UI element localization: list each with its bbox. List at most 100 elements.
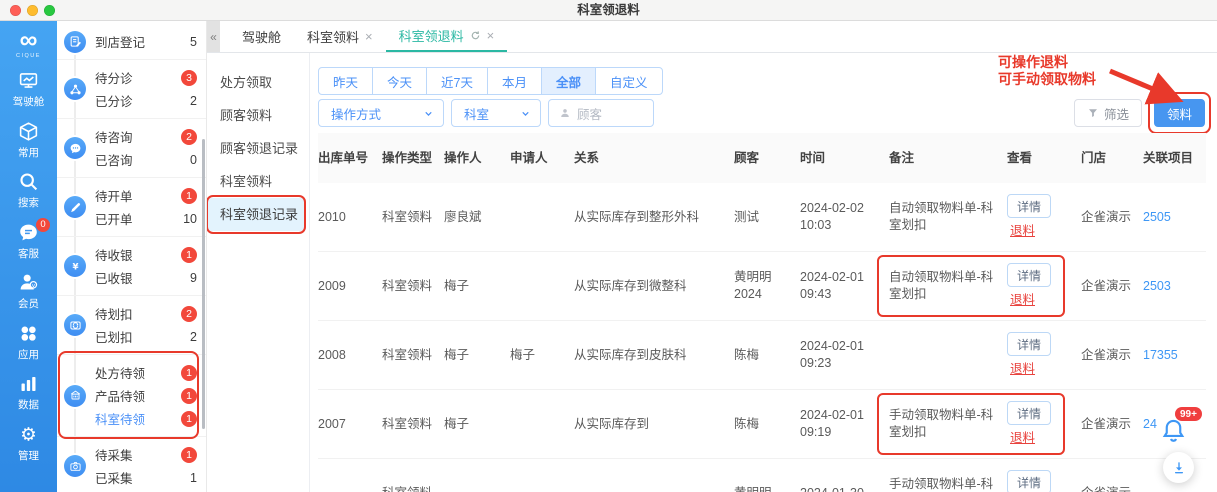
menu-item-科室领料[interactable]: 科室领料 xyxy=(207,165,305,198)
cell-note: 手动领取物料单-科室划扣 xyxy=(889,477,994,491)
cell-related-project: 17355 xyxy=(1143,347,1206,364)
bell-icon[interactable] xyxy=(1160,417,1187,444)
cell-view: 详情退料 xyxy=(1007,470,1081,492)
customer-search-input[interactable]: 顾客 xyxy=(548,99,654,127)
cell-view: 详情退料 xyxy=(1007,263,1081,309)
annotation-note: 可操作退料 可手动领取物料 xyxy=(998,54,1096,88)
cell-operator: 梅子 xyxy=(444,416,470,431)
minimize-window-button[interactable] xyxy=(27,5,38,16)
dispense-icon xyxy=(64,384,86,407)
department-select[interactable]: 科室 xyxy=(451,99,541,127)
count-value: 2 xyxy=(190,93,197,108)
primary-sidebar: ∞ CIQUE 驾驶舱常用搜索 0 客服 v 会员 应用数据 ⚙ 管理 xyxy=(0,21,57,492)
close-tab-icon[interactable]: × xyxy=(365,29,373,44)
download-button[interactable] xyxy=(1163,452,1194,483)
date-filter-近7天[interactable]: 近7天 xyxy=(426,67,488,95)
detail-button[interactable]: 详情 xyxy=(1007,194,1051,218)
sidebar-item-会员[interactable]: v 会员 xyxy=(0,267,57,318)
detail-button[interactable]: 详情 xyxy=(1007,263,1051,287)
close-window-button[interactable] xyxy=(10,5,21,16)
project-link[interactable]: 17355 xyxy=(1143,348,1178,362)
sidebar-item-label: 管理 xyxy=(18,449,39,462)
menu-item-顾客领料[interactable]: 顾客领料 xyxy=(207,99,305,132)
todo-scrollbar[interactable] xyxy=(202,139,205,429)
cell-operation-type: 科室领料 xyxy=(382,209,433,224)
macos-titlebar: 科室领退料 xyxy=(0,0,1217,21)
sidebar-item-label: 数据 xyxy=(18,399,39,412)
sidebar-item-客服[interactable]: 0 客服 xyxy=(0,216,57,267)
logo-text: CIQUE xyxy=(16,53,41,59)
todo-item-处方待领[interactable]: 处方待领 1 xyxy=(57,361,206,384)
table-row: 2009 科室领料 梅子 从实际库存到微整科 黄明明2024 2024-02-01 09:… xyxy=(318,252,1206,321)
cell-view: 详情退料 xyxy=(1007,332,1081,378)
todo-item-label: 已开单 xyxy=(95,213,133,227)
date-filter-今天[interactable]: 今天 xyxy=(372,67,428,95)
sidebar-item-应用[interactable]: 应用 xyxy=(0,317,57,368)
date-filter-本月[interactable]: 本月 xyxy=(486,67,542,95)
cell-time: 2024-02-01 09:43 xyxy=(800,270,864,301)
close-tab-icon[interactable]: × xyxy=(487,28,495,43)
count-badge: 1 xyxy=(181,446,197,463)
todo-item-科室待领[interactable]: 科室待领 1 xyxy=(57,407,206,430)
table-row: 科室领料 黄明明2024-01-30手动领取物料单-科室划扣详情退料企雀演示 xyxy=(318,459,1206,492)
return-material-link[interactable]: 退料 xyxy=(1010,223,1035,240)
return-material-link[interactable]: 退料 xyxy=(1010,361,1035,378)
date-filter-全部[interactable]: 全部 xyxy=(541,67,597,95)
dashboard-icon xyxy=(18,70,39,91)
tab-科室领料[interactable]: 科室领料 × xyxy=(294,21,386,52)
cell-operation-type: 科室领料 xyxy=(382,278,433,293)
deduct-icon xyxy=(64,314,86,336)
triage-icon xyxy=(64,78,86,100)
sidebar-item-常用[interactable]: 常用 xyxy=(0,115,57,166)
return-material-link[interactable]: 退料 xyxy=(1010,430,1035,447)
sidebar-item-label: 驾驶舱 xyxy=(12,96,45,109)
sidebar-item-管理[interactable]: ⚙ 管理 xyxy=(0,418,57,469)
zoom-window-button[interactable] xyxy=(44,5,55,16)
cell-note: 手动领取物料单-科室划扣 xyxy=(889,408,994,439)
project-link[interactable]: 24 xyxy=(1143,417,1157,431)
cell-note: 自动领取物料单-科室划扣 xyxy=(889,201,994,232)
refresh-icon[interactable] xyxy=(470,30,481,41)
count-badge: 1 xyxy=(181,364,197,381)
column-header-时间: 时间 xyxy=(800,151,826,165)
todo-item-label: 已分诊 xyxy=(95,95,133,109)
todo-group: 待咨询 2 已咨询 0 xyxy=(57,119,206,178)
sidebar-item-label: 搜索 xyxy=(18,197,39,210)
download-icon xyxy=(1174,461,1183,473)
chat-icon: 0 xyxy=(18,217,50,243)
sidebar-item-搜索[interactable]: 搜索 xyxy=(0,166,57,217)
sidebar-item-驾驶舱[interactable]: 驾驶舱 xyxy=(0,65,57,116)
cell-relation: 从实际库存到 xyxy=(574,416,650,431)
receive-material-button[interactable]: 领料 xyxy=(1153,99,1205,127)
app-logo: ∞ CIQUE xyxy=(16,28,41,60)
detail-button[interactable]: 详情 xyxy=(1007,470,1051,492)
date-filter-自定义[interactable]: 自定义 xyxy=(595,67,663,95)
collapse-sidebar-icon[interactable]: « xyxy=(207,21,220,52)
count-value: 2 xyxy=(190,329,197,344)
cell-relation: 从实际库存到整形外科 xyxy=(574,209,700,224)
todo-item-label: 科室待领 xyxy=(95,413,146,427)
menu-item-顾客领退记录[interactable]: 顾客领退记录 xyxy=(207,132,305,165)
operation-type-select[interactable]: 操作方式 xyxy=(318,99,444,127)
detail-button[interactable]: 详情 xyxy=(1007,332,1051,356)
window-title: 科室领退料 xyxy=(577,3,640,17)
tab-驾驶舱[interactable]: 驾驶舱 xyxy=(229,21,294,52)
date-filter-group: 昨天 今天 近7天 本月 全部 自定义 xyxy=(318,67,663,95)
count-value: 0 xyxy=(190,152,197,167)
detail-button[interactable]: 详情 xyxy=(1007,401,1051,425)
tab-科室领退料[interactable]: 科室领退料 × xyxy=(385,21,508,52)
notification-badge: 99+ xyxy=(1175,407,1202,421)
sidebar-item-数据[interactable]: 数据 xyxy=(0,368,57,419)
project-link[interactable]: 2503 xyxy=(1143,279,1171,293)
count-value: 10 xyxy=(183,211,197,226)
date-filter-昨天[interactable]: 昨天 xyxy=(318,67,374,95)
menu-item-处方领取[interactable]: 处方领取 xyxy=(207,66,305,99)
count-value: 9 xyxy=(190,270,197,285)
svg-text:⚙: ⚙ xyxy=(20,424,36,444)
cell-operator: 梅子 xyxy=(444,347,470,362)
project-link[interactable]: 2505 xyxy=(1143,210,1171,224)
return-material-link[interactable]: 退料 xyxy=(1010,292,1035,309)
todo-item-label: 待开单 xyxy=(95,190,133,204)
menu-item-科室领退记录[interactable]: 科室领退记录 xyxy=(206,195,306,234)
filter-button[interactable]: 筛选 xyxy=(1073,99,1142,127)
